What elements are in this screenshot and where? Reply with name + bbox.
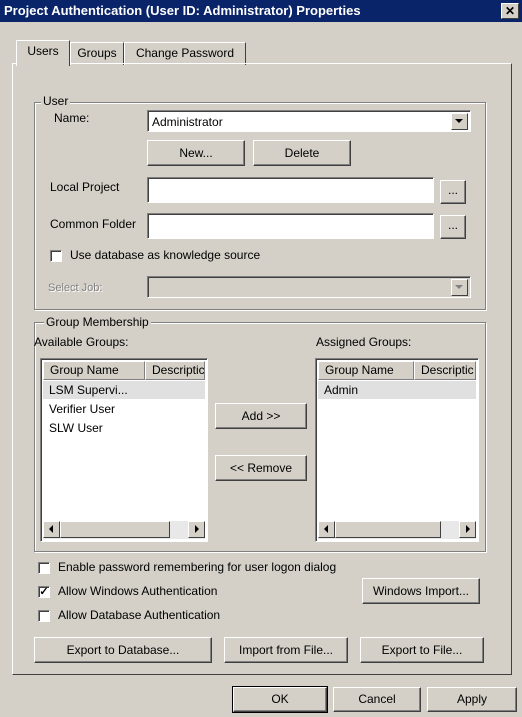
common-folder-input[interactable] <box>147 213 434 239</box>
add-button[interactable]: Add >> <box>215 403 307 429</box>
use-database-checkbox[interactable] <box>50 250 62 262</box>
tab-users-label: Users <box>27 44 59 58</box>
available-col-description[interactable]: Descriptic <box>145 361 205 380</box>
common-folder-label: Common Folder <box>50 217 137 231</box>
export-to-file-button[interactable]: Export to File... <box>360 637 484 663</box>
tab-change-password[interactable]: Change Password <box>124 42 246 65</box>
windows-auth-checkbox[interactable]: ✓ <box>38 586 50 598</box>
local-project-browse-button[interactable]: ... <box>440 180 466 204</box>
assigned-horizontal-scrollbar[interactable] <box>318 521 476 539</box>
local-project-input[interactable] <box>147 177 434 203</box>
name-dropdown-button[interactable] <box>451 113 468 130</box>
name-value: Administrator <box>152 115 223 129</box>
scroll-thumb[interactable] <box>60 521 170 538</box>
local-project-label: Local Project <box>50 180 120 194</box>
window-title: Project Authentication (User ID: Adminis… <box>4 3 361 18</box>
select-job-combobox[interactable] <box>147 276 471 298</box>
name-combobox[interactable]: Administrator <box>147 110 471 132</box>
tab-groups-label: Groups <box>77 46 117 60</box>
list-item[interactable]: SLW User <box>43 419 205 437</box>
new-button[interactable]: New... <box>147 140 245 166</box>
delete-button[interactable]: Delete <box>253 140 351 166</box>
assigned-groups-label: Assigned Groups: <box>316 335 412 349</box>
available-groups-label: Available Groups: <box>34 335 129 349</box>
name-label: Name: <box>54 111 90 125</box>
chevron-left-icon <box>49 525 53 533</box>
ok-button[interactable]: OK <box>232 686 328 713</box>
assigned-groups-list[interactable]: Group Name Descriptic Admin <box>315 358 479 542</box>
common-folder-browse-button[interactable]: ... <box>440 215 466 239</box>
use-database-label: Use database as knowledge source <box>70 248 261 262</box>
export-to-database-button[interactable]: Export to Database... <box>34 637 212 663</box>
title-bar: Project Authentication (User ID: Adminis… <box>0 0 522 22</box>
chevron-down-icon <box>455 285 463 289</box>
list-item[interactable]: Admin <box>318 381 476 399</box>
import-from-file-button[interactable]: Import from File... <box>224 637 348 663</box>
tab-users[interactable]: Users <box>16 40 70 66</box>
list-item[interactable]: LSM Supervi... <box>43 381 205 399</box>
windows-auth-label: Allow Windows Authentication <box>58 584 218 598</box>
tab-groups[interactable]: Groups <box>70 42 124 65</box>
scroll-thumb[interactable] <box>335 521 441 538</box>
chevron-right-icon <box>195 525 199 533</box>
scroll-right-button[interactable] <box>459 521 476 538</box>
checkmark-icon: ✓ <box>39 586 49 598</box>
database-auth-checkbox[interactable] <box>38 610 50 622</box>
chevron-left-icon <box>324 525 328 533</box>
available-col-group-name[interactable]: Group Name <box>43 361 145 380</box>
cancel-button[interactable]: Cancel <box>333 687 421 712</box>
close-icon[interactable]: ✕ <box>501 3 519 19</box>
scroll-left-button[interactable] <box>318 521 335 538</box>
scroll-left-button[interactable] <box>43 521 60 538</box>
apply-button[interactable]: Apply <box>427 687 517 712</box>
assigned-col-description[interactable]: Descriptic <box>414 361 476 380</box>
tab-change-password-label: Change Password <box>135 46 235 60</box>
chevron-down-icon <box>455 119 463 123</box>
chevron-right-icon <box>466 525 470 533</box>
scroll-right-button[interactable] <box>188 521 205 538</box>
remove-button[interactable]: << Remove <box>215 455 307 481</box>
database-auth-label: Allow Database Authentication <box>58 608 221 622</box>
list-item[interactable]: Verifier User <box>43 400 205 418</box>
select-job-dropdown-button[interactable] <box>451 279 468 296</box>
user-groupbox-legend: User <box>41 94 71 108</box>
windows-import-button[interactable]: Windows Import... <box>362 578 480 604</box>
group-membership-legend: Group Membership <box>44 315 151 329</box>
remember-password-label: Enable password remembering for user log… <box>58 560 337 574</box>
select-job-label: Select Job: <box>48 282 103 294</box>
remember-password-checkbox[interactable] <box>38 562 50 574</box>
available-horizontal-scrollbar[interactable] <box>43 521 205 539</box>
available-groups-list[interactable]: Group Name Descriptic LSM Supervi... Ver… <box>40 358 208 542</box>
assigned-col-group-name[interactable]: Group Name <box>318 361 414 380</box>
